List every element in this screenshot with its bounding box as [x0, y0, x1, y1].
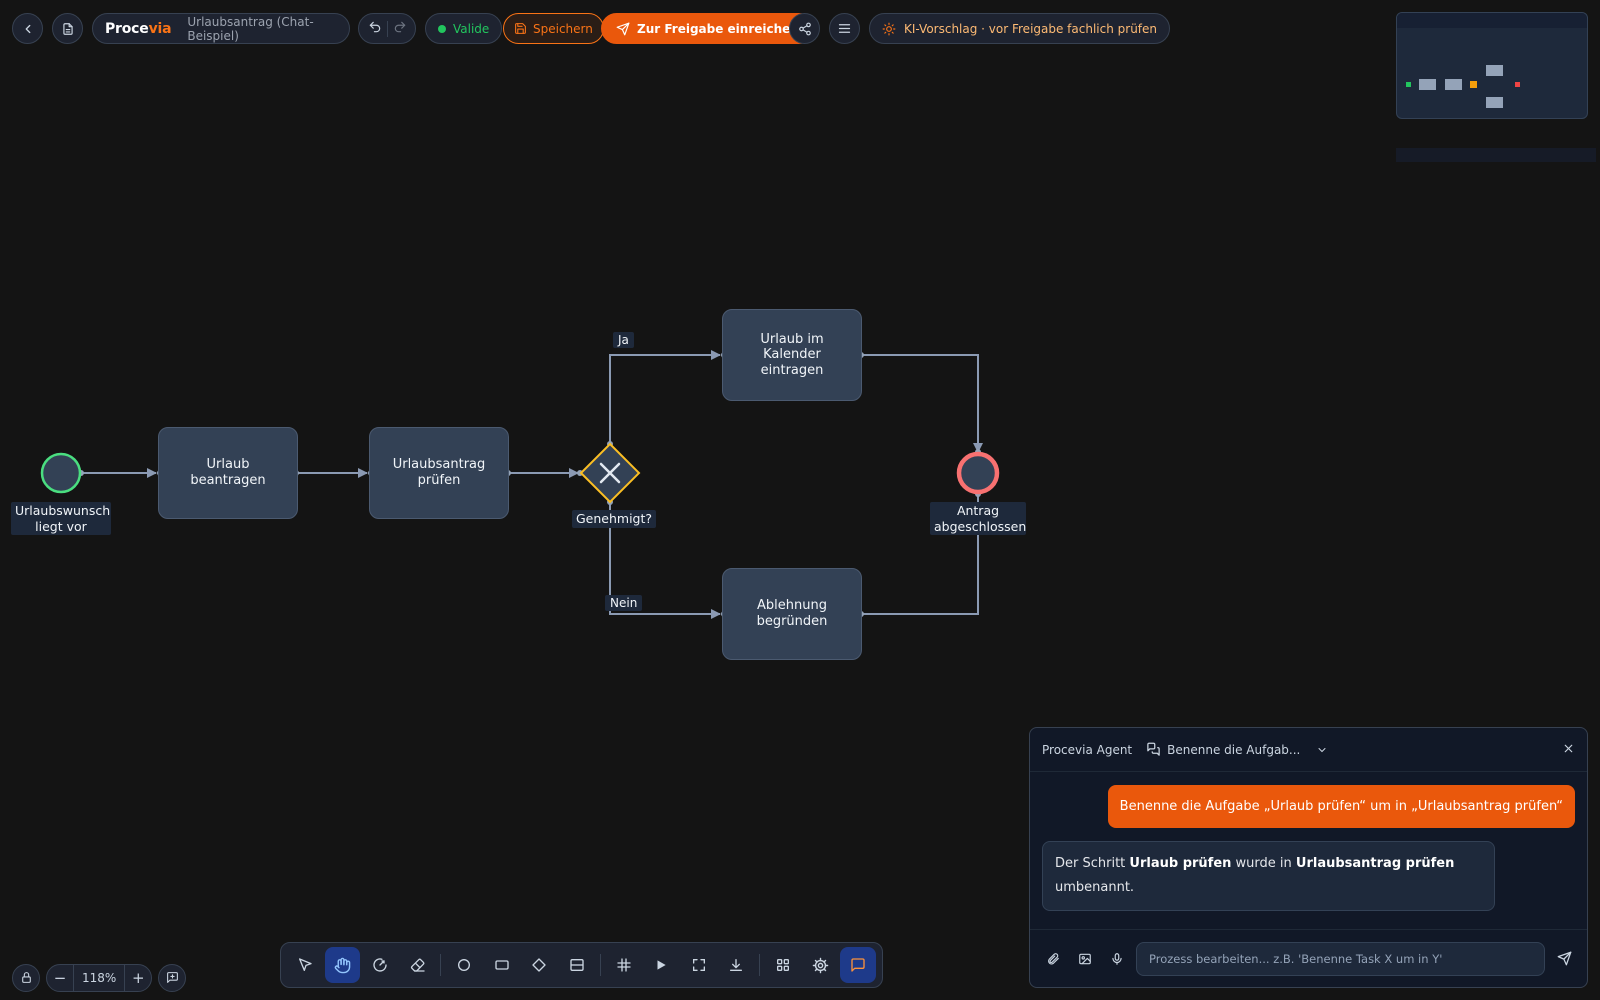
- lasso-tool-button[interactable]: [362, 947, 398, 983]
- image-button[interactable]: [1072, 946, 1098, 972]
- start-event[interactable]: [40, 452, 82, 494]
- simulate-button[interactable]: [643, 947, 679, 983]
- chat-input[interactable]: [1136, 941, 1545, 976]
- attach-button[interactable]: [1040, 946, 1066, 972]
- settings-icon: [812, 957, 829, 973]
- gateway-label: Genehmigt?: [572, 510, 657, 528]
- close-icon: [1564, 744, 1573, 752]
- lane-tool-button[interactable]: [559, 947, 595, 983]
- apps-icon: [777, 959, 790, 971]
- comment-plus-icon: [166, 972, 178, 983]
- exclusive-gateway[interactable]: [579, 442, 641, 504]
- task-urlaub-beantragen[interactable]: Urlaub beantragen: [158, 427, 298, 519]
- event-tool-button[interactable]: [446, 947, 482, 983]
- conversation-selector[interactable]: Benenne die Aufgab...: [1146, 742, 1328, 757]
- conversation-title: Benenne die Aufgab...: [1167, 742, 1301, 757]
- toolbar-divider: [599, 954, 601, 976]
- image-icon: [1079, 953, 1091, 964]
- task-tool-button[interactable]: [484, 947, 520, 983]
- hand-icon: [334, 957, 351, 973]
- message-text: Der Schritt: [1055, 856, 1130, 871]
- comment-button[interactable]: [158, 963, 187, 992]
- microphone-button[interactable]: [1104, 946, 1130, 972]
- chat-header: Procevia Agent Benenne die Aufgab...: [1030, 728, 1587, 772]
- grid-tool-button[interactable]: [606, 947, 642, 983]
- close-chat-button[interactable]: [1562, 742, 1575, 758]
- message-text: umbenannt.: [1055, 880, 1135, 895]
- zoom-level: 118%: [73, 964, 126, 991]
- lock-icon: [21, 972, 31, 983]
- agent-chat-panel: Procevia Agent Benenne die Aufgab... Ben…: [1029, 727, 1588, 988]
- apps-button[interactable]: [765, 947, 801, 983]
- microphone-icon: [1112, 952, 1122, 965]
- task-label: Ablehnung begründen: [756, 598, 828, 629]
- user-message: Benenne die Aufgabe „Urlaub prüfen“ um i…: [1107, 785, 1575, 828]
- task-label: Urlaub beantragen: [190, 457, 266, 488]
- rectangle-icon: [495, 960, 509, 970]
- send-icon: [1557, 951, 1571, 966]
- chat-icon: [851, 958, 865, 972]
- message-old-name: Urlaub prüfen: [1129, 856, 1232, 871]
- eraser-icon: [410, 958, 425, 972]
- send-message-button[interactable]: [1551, 946, 1577, 972]
- start-event-label: Urlaubswunsch liegt vor: [11, 502, 111, 536]
- zoom-out-button[interactable]: −: [47, 965, 73, 991]
- edge-label-yes: Ja: [613, 332, 634, 348]
- toolbar-divider: [759, 954, 761, 976]
- task-ablehnung-begruenden[interactable]: Ablehnung begründen: [722, 568, 862, 660]
- chevron-down-icon: [1318, 747, 1326, 752]
- lane-icon: [570, 959, 584, 971]
- zoom-group: − 118% +: [46, 963, 153, 992]
- pointer-tool-button[interactable]: [287, 947, 323, 983]
- conversation-icon: [1147, 742, 1160, 756]
- grid-icon: [616, 958, 631, 972]
- lasso-icon: [373, 958, 387, 972]
- eraser-tool-button[interactable]: [400, 947, 436, 983]
- sequence-flow[interactable]: [861, 354, 983, 453]
- edge-label-no: Nein: [605, 595, 643, 611]
- message-text: wurde in: [1231, 856, 1296, 871]
- task-label: Urlaub im Kalender eintragen: [760, 331, 824, 378]
- toolbar-divider: [440, 954, 442, 976]
- fullscreen-icon: [692, 959, 705, 971]
- task-kalender-eintragen[interactable]: Urlaub im Kalender eintragen: [722, 309, 862, 401]
- modeling-toolbar: [280, 942, 883, 988]
- agent-name: Procevia Agent: [1042, 742, 1133, 757]
- lock-button[interactable]: [12, 963, 40, 992]
- agent-message: Der Schritt Urlaub prüfen wurde in Urlau…: [1042, 841, 1495, 911]
- zoom-controls: − 118% +: [12, 962, 187, 993]
- download-icon: [730, 959, 743, 971]
- paperclip-icon: [1048, 952, 1059, 964]
- diamond-icon: [532, 958, 547, 972]
- download-button[interactable]: [719, 947, 755, 983]
- message-new-name: Urlaubsantrag prüfen: [1295, 856, 1455, 871]
- sequence-flow-yes[interactable]: [609, 350, 721, 444]
- pointer-icon: [298, 958, 312, 971]
- settings-button[interactable]: [803, 947, 839, 983]
- task-urlaubsantrag-pruefen[interactable]: Urlaubsantrag prüfen: [369, 427, 509, 519]
- circle-icon: [458, 959, 471, 971]
- end-event[interactable]: [956, 451, 1000, 495]
- play-icon: [657, 960, 666, 970]
- chat-input-row: [1030, 929, 1587, 987]
- task-label: Urlaubsantrag prüfen: [392, 457, 486, 488]
- hand-tool-button[interactable]: [324, 947, 361, 983]
- fit-view-button[interactable]: [681, 947, 717, 983]
- gateway-tool-button[interactable]: [522, 947, 558, 983]
- chat-toggle-button[interactable]: [840, 947, 877, 983]
- end-event-label: Antrag abgeschlossen: [930, 502, 1026, 536]
- zoom-in-button[interactable]: +: [125, 965, 151, 991]
